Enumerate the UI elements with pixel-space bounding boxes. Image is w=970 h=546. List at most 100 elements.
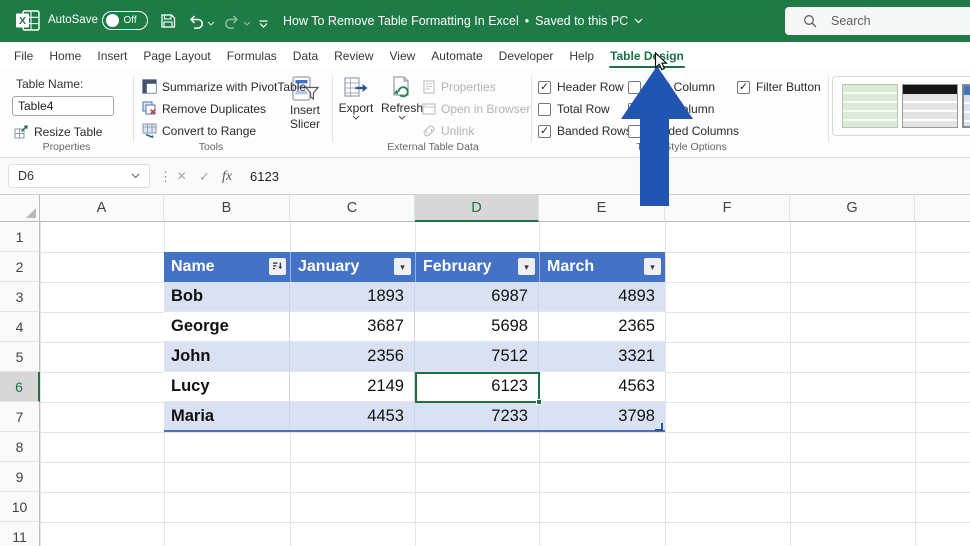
export-dropdown-chevron[interactable]	[352, 115, 360, 120]
tab-page-layout[interactable]: Page Layout	[135, 42, 218, 70]
undo-button[interactable]	[188, 13, 215, 31]
cell-value[interactable]: 3687	[290, 312, 415, 342]
cell-name-maria[interactable]: Maria	[164, 402, 290, 432]
refresh-button[interactable]: Refresh	[378, 75, 426, 120]
row-header-5[interactable]: 5	[0, 342, 40, 372]
row-header-1[interactable]: 1	[0, 222, 40, 252]
enter-icon[interactable]: ✓	[199, 158, 210, 195]
checkbox-banded-rows[interactable]: ✓	[538, 125, 551, 138]
save-status[interactable]: Saved to this PC	[535, 14, 628, 28]
filter-button[interactable]: ▾	[394, 258, 411, 275]
customize-toolbar-chevron[interactable]	[258, 16, 269, 34]
column-header-b[interactable]: B	[164, 195, 290, 222]
formula-bar-grip-icon[interactable]: ⋮	[159, 158, 172, 195]
insert-function-icon[interactable]: fx	[222, 158, 232, 195]
search-box[interactable]	[785, 7, 970, 35]
row-header-10[interactable]: 10	[0, 492, 40, 522]
tab-data[interactable]: Data	[285, 42, 326, 70]
tab-review[interactable]: Review	[326, 42, 381, 70]
save-button[interactable]	[160, 13, 176, 34]
cell-name-bob[interactable]: Bob	[164, 282, 290, 312]
tab-home[interactable]: Home	[41, 42, 89, 70]
row-header-6[interactable]: 6	[0, 372, 40, 402]
tab-automate[interactable]: Automate	[423, 42, 490, 70]
option-banded-rows[interactable]: ✓Banded Rows	[538, 122, 632, 140]
checkbox-last-column[interactable]	[628, 103, 641, 116]
table-header-february[interactable]: February▾	[415, 252, 539, 282]
row-header-4[interactable]: 4	[0, 312, 40, 342]
option-banded-columns[interactable]: Banded Columns	[628, 122, 739, 140]
fill-handle[interactable]	[536, 399, 542, 405]
checkbox-total-row[interactable]	[538, 103, 551, 116]
column-header-h[interactable]: H	[915, 195, 970, 222]
resize-table-button[interactable]: Resize Table	[14, 121, 102, 142]
tab-file[interactable]: File	[6, 42, 41, 70]
option-total-row[interactable]: Total Row	[538, 100, 610, 118]
formula-input[interactable]: 6123	[250, 158, 279, 195]
row-header-11[interactable]: 11	[0, 522, 40, 546]
cell-value[interactable]: 1893	[290, 282, 415, 312]
name-box-chevron[interactable]	[131, 173, 140, 179]
tab-help[interactable]: Help	[561, 42, 602, 70]
search-input[interactable]	[831, 14, 941, 28]
option-filter-button[interactable]: ✓Filter Button	[737, 78, 821, 96]
cell-value[interactable]: 7512	[415, 342, 539, 372]
summarize-with-pivottable-button[interactable]: Summarize with PivotTable	[142, 76, 306, 97]
cell-name-john[interactable]: John	[164, 342, 290, 372]
title-dropdown-chevron[interactable]	[634, 18, 643, 24]
row-header-3[interactable]: 3	[0, 282, 40, 312]
checkbox-first-column[interactable]	[628, 81, 641, 94]
cell-value[interactable]: 4893	[539, 282, 665, 312]
undo-dropdown-chevron[interactable]	[207, 13, 215, 31]
refresh-dropdown-chevron[interactable]	[398, 115, 406, 120]
cell-value[interactable]: 7233	[415, 402, 539, 432]
redo-button[interactable]	[224, 13, 251, 31]
option-first-column[interactable]: First Column	[628, 78, 715, 96]
cell-value[interactable]: 2356	[290, 342, 415, 372]
option-header-row[interactable]: ✓Header Row	[538, 78, 624, 96]
row-header-9[interactable]: 9	[0, 462, 40, 492]
column-header-e[interactable]: E	[539, 195, 665, 222]
autosave-toggle[interactable]: Off	[102, 11, 148, 30]
tab-view[interactable]: View	[382, 42, 424, 70]
cell-value[interactable]: 3321	[539, 342, 665, 372]
sort-filter-button[interactable]	[269, 258, 286, 275]
row-header-7[interactable]: 7	[0, 402, 40, 432]
checkbox-banded-columns[interactable]	[628, 125, 641, 138]
checkbox-header-row[interactable]: ✓	[538, 81, 551, 94]
tab-formulas[interactable]: Formulas	[219, 42, 285, 70]
filter-button[interactable]: ▾	[518, 258, 535, 275]
cell-value[interactable]: 4453	[290, 402, 415, 432]
table-style-blue-selected[interactable]	[962, 84, 970, 128]
select-all-corner[interactable]	[0, 195, 40, 222]
row-header-8[interactable]: 8	[0, 432, 40, 462]
cell-value[interactable]: 3798	[539, 402, 665, 432]
export-button[interactable]: Export	[334, 75, 378, 120]
option-last-column[interactable]: Last Column	[628, 100, 714, 118]
tab-developer[interactable]: Developer	[491, 42, 562, 70]
column-header-a[interactable]: A	[40, 195, 164, 222]
table-header-march[interactable]: March▾	[539, 252, 665, 282]
column-header-g[interactable]: G	[790, 195, 915, 222]
remove-duplicates-button[interactable]: Remove Duplicates	[142, 98, 266, 119]
row-header-2[interactable]: 2	[0, 252, 40, 282]
column-header-c[interactable]: C	[290, 195, 415, 222]
table-name-input[interactable]	[12, 96, 114, 116]
convert-to-range-button[interactable]: Convert to Range	[142, 120, 256, 141]
table-style-light-green[interactable]	[842, 84, 898, 128]
cell-name-lucy[interactable]: Lucy	[164, 372, 290, 402]
name-box[interactable]: D6	[8, 164, 150, 188]
cancel-icon[interactable]: ×	[177, 158, 186, 195]
tab-insert[interactable]: Insert	[89, 42, 135, 70]
column-header-f[interactable]: F	[665, 195, 790, 222]
column-header-d[interactable]: D	[415, 195, 539, 222]
table-header-name[interactable]: Name	[164, 252, 290, 282]
cell-value[interactable]: 2149	[290, 372, 415, 402]
cell-value[interactable]: 4563	[539, 372, 665, 402]
table-header-january[interactable]: January▾	[290, 252, 415, 282]
filter-button[interactable]: ▾	[644, 258, 661, 275]
cell-value[interactable]: 6987	[415, 282, 539, 312]
table-style-dark-black[interactable]	[902, 84, 958, 128]
cell-name-george[interactable]: George	[164, 312, 290, 342]
checkbox-filter-button[interactable]: ✓	[737, 81, 750, 94]
